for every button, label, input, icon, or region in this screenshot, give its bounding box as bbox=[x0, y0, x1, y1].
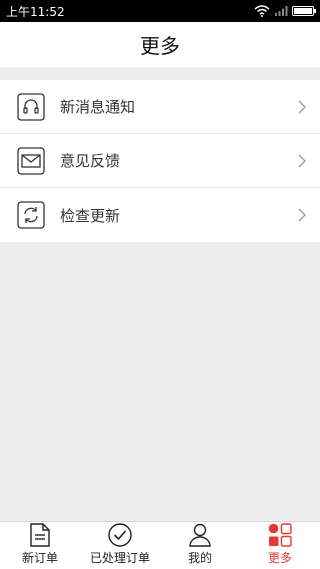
status-bar: 上午11:52 bbox=[0, 0, 320, 22]
tab-processed-orders[interactable]: 已处理订单 bbox=[80, 522, 160, 569]
person-icon bbox=[189, 523, 211, 547]
signal-icon bbox=[275, 6, 288, 16]
menu-item-label: 意见反馈 bbox=[60, 152, 121, 170]
wifi-icon bbox=[254, 5, 270, 17]
tab-label: 我的 bbox=[187, 551, 212, 565]
chevron-right-icon bbox=[298, 208, 306, 222]
refresh-icon bbox=[17, 201, 45, 229]
tab-new-orders[interactable]: 新订单 bbox=[0, 522, 80, 569]
document-icon bbox=[30, 523, 50, 547]
menu-item-check-update[interactable]: 检查更新 bbox=[0, 188, 320, 242]
settings-menu: 新消息通知 意见反馈 检查更新 bbox=[0, 80, 320, 242]
status-indicators bbox=[254, 5, 316, 17]
check-circle-icon bbox=[108, 523, 132, 547]
page-title: 更多 bbox=[140, 34, 180, 58]
menu-item-feedback[interactable]: 意见反馈 bbox=[0, 134, 320, 188]
tab-label: 已处理订单 bbox=[89, 551, 150, 565]
menu-item-new-message-notification[interactable]: 新消息通知 bbox=[0, 80, 320, 134]
headphones-icon bbox=[17, 92, 45, 121]
chevron-right-icon bbox=[298, 154, 306, 168]
menu-item-label: 检查更新 bbox=[60, 206, 121, 225]
envelope-icon bbox=[17, 146, 45, 175]
tab-label: 新订单 bbox=[21, 551, 58, 565]
tab-label: 更多 bbox=[267, 551, 292, 565]
tab-more[interactable]: 更多 bbox=[240, 522, 320, 569]
chevron-right-icon bbox=[298, 100, 306, 114]
status-time: 上午11:52 bbox=[6, 4, 65, 19]
menu-item-label: 新消息通知 bbox=[60, 98, 136, 116]
battery-icon bbox=[292, 6, 316, 16]
page-header: 更多 bbox=[0, 22, 320, 67]
tab-mine[interactable]: 我的 bbox=[160, 522, 240, 569]
grid-icon bbox=[268, 523, 292, 547]
bottom-tab-bar: 新订单 已处理订单 我的 更多 bbox=[0, 521, 320, 569]
